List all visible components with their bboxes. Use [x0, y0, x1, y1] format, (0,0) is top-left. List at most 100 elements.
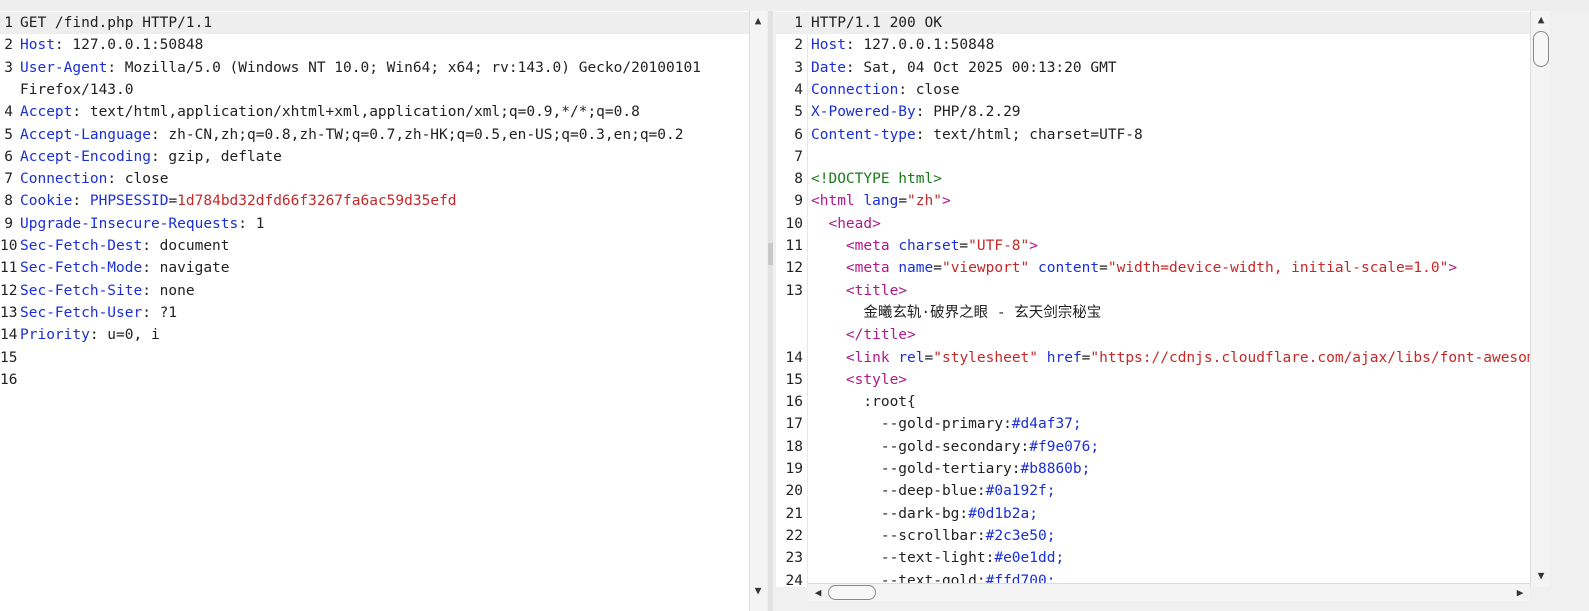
scroll-down-arrow-icon[interactable]: ▼	[1533, 568, 1549, 584]
code-token: =	[1099, 260, 1108, 277]
response-line[interactable]: 20 --deep-blue:#0a192f;	[776, 480, 1538, 502]
line-code: 金曦玄轨·破界之眼 - 玄天剑宗秘宝	[811, 302, 1101, 324]
line-code: User-Agent: Mozilla/5.0 (Windows NT 10.0…	[20, 57, 701, 79]
code-token: : document	[142, 238, 230, 254]
scroll-down-arrow-icon[interactable]: ▼	[750, 583, 766, 599]
line-number: 15	[785, 371, 803, 388]
code-token: Firefox/143.0	[20, 81, 134, 98]
request-vertical-scrollbar[interactable]: ▲ ▼	[749, 11, 767, 611]
pane-divider-grip[interactable]	[768, 243, 773, 265]
request-line[interactable]: 5 Accept-Language: zh-CN,zh;q=0.8,zh-TW;q…	[0, 124, 750, 146]
response-line[interactable]: 3 Date: Sat, 04 Oct 2025 00:13:20 GMT	[776, 57, 1538, 79]
code-token: "zh"	[907, 193, 942, 210]
response-editor[interactable]: 1 HTTP/1.1 200 OK 2 Host: 127.0.0.1:50848 3 D…	[776, 11, 1538, 587]
response-line[interactable]: 11 <meta charset="UTF-8">	[776, 235, 1538, 257]
response-line[interactable]: 金曦玄轨·破界之眼 - 玄天剑宗秘宝	[776, 302, 1538, 324]
response-line[interactable]: 12 <meta name="viewport" content="width=…	[776, 257, 1538, 279]
code-token: lang	[863, 193, 899, 210]
line-number: 12	[0, 282, 18, 299]
response-line[interactable]: 19 --gold-tertiary:#b8860b;	[776, 458, 1538, 480]
line-code: <meta name="viewport" content="width=dev…	[811, 257, 1457, 279]
line-code: Content-type: text/html; charset=UTF-8	[811, 124, 1143, 146]
response-line[interactable]: 2 Host: 127.0.0.1:50848	[776, 34, 1538, 56]
code-token: Accept-Language	[20, 126, 151, 143]
request-line[interactable]: 10 Sec-Fetch-Dest: document	[0, 235, 750, 257]
response-line[interactable]: 5 X-Powered-By: PHP/8.2.29	[776, 101, 1538, 123]
response-vertical-scrollbar[interactable]: ▲ ▼	[1530, 11, 1550, 587]
line-number: 14	[0, 327, 18, 344]
line-code: <!DOCTYPE html>	[811, 168, 942, 190]
request-line[interactable]: 2 Host: 127.0.0.1:50848	[0, 34, 750, 56]
response-line[interactable]: 17 --gold-primary:#d4af37;	[776, 413, 1538, 435]
request-line[interactable]: 8 Cookie: PHPSESSID=1d784bd32dfd66f3267fa…	[0, 190, 750, 212]
line-number: 4	[794, 81, 803, 98]
request-line[interactable]: 16	[0, 369, 750, 391]
scroll-left-arrow-icon[interactable]: ◀	[810, 585, 826, 601]
response-line[interactable]: 15 <style>	[776, 369, 1538, 391]
response-line[interactable]: 21 --dark-bg:#0d1b2a;	[776, 503, 1538, 525]
line-code: Host: 127.0.0.1:50848	[811, 34, 994, 56]
code-token: --gold-secondary	[811, 438, 1021, 455]
line-number: 3	[4, 59, 13, 76]
response-line[interactable]: 8 <!DOCTYPE html>	[776, 168, 1538, 190]
scroll-right-arrow-icon[interactable]: ▶	[1512, 585, 1528, 601]
code-token: Cookie	[20, 193, 73, 210]
response-line[interactable]: 14 <link rel="stylesheet" href="https://…	[776, 347, 1538, 369]
request-editor[interactable]: 1 GET /find.php HTTP/1.1 2 Host: 127.0.0.1:…	[0, 11, 750, 611]
response-line[interactable]: 22 --scrollbar:#2c3e50;	[776, 525, 1538, 547]
line-number: 1	[4, 15, 13, 31]
code-token: <style>	[845, 371, 908, 388]
code-token: Host	[811, 37, 846, 54]
request-line[interactable]: 12 Sec-Fetch-Site: none	[0, 280, 750, 302]
scroll-up-arrow-icon[interactable]: ▲	[750, 13, 766, 29]
response-line[interactable]: 13 <title>	[776, 280, 1538, 302]
line-number: 3	[794, 59, 803, 76]
line-number: 6	[794, 126, 803, 143]
request-line[interactable]: 3 User-Agent: Mozilla/5.0 (Windows NT 10.…	[0, 57, 750, 79]
code-token: : u=0, i	[89, 327, 160, 344]
line-code: Upgrade-Insecure-Requests: 1	[20, 213, 264, 235]
request-line[interactable]: 9 Upgrade-Insecure-Requests: 1	[0, 213, 750, 235]
code-token: : Mozilla/5.0 (Windows NT 10.0; Win64; x…	[107, 59, 701, 76]
request-line[interactable]: 14 Priority: u=0, i	[0, 324, 750, 346]
code-token: :	[959, 505, 969, 522]
line-code: Accept: text/html,application/xhtml+xml,…	[20, 101, 640, 123]
pane-divider[interactable]	[768, 11, 773, 611]
response-hscroll-thumb[interactable]	[828, 585, 876, 600]
request-line[interactable]: 15	[0, 347, 750, 369]
response-line[interactable]: 23 --text-light:#e0e1dd;	[776, 547, 1538, 569]
response-line[interactable]: 6 Content-type: text/html; charset=UTF-8	[776, 124, 1538, 146]
code-token: :	[72, 193, 90, 210]
line-code: <head>	[811, 213, 880, 235]
line-number: 23	[785, 550, 803, 567]
line-code: Sec-Fetch-User: ?1	[20, 302, 177, 324]
request-line[interactable]: 1 GET /find.php HTTP/1.1	[0, 12, 750, 35]
line-number: 6	[4, 148, 13, 165]
request-line[interactable]: 13 Sec-Fetch-User: ?1	[0, 302, 750, 324]
response-vscroll-thumb[interactable]	[1533, 31, 1549, 67]
line-number: 14	[785, 349, 803, 366]
line-code: --dark-bg:#0d1b2a;	[811, 503, 1038, 525]
response-line[interactable]: 18 --gold-secondary:#f9e076;	[776, 436, 1538, 458]
code-token: #f9e076;	[1029, 438, 1100, 455]
response-line[interactable]: 4 Connection: close	[776, 79, 1538, 101]
request-line[interactable]: 4 Accept: text/html,application/xhtml+xml…	[0, 101, 750, 123]
response-line[interactable]: </title>	[776, 324, 1538, 346]
request-line[interactable]: 11 Sec-Fetch-Mode: navigate	[0, 257, 750, 279]
response-horizontal-scrollbar[interactable]: ◀ ▶	[808, 583, 1530, 601]
request-line[interactable]: 7 Connection: close	[0, 168, 750, 190]
line-number: 17	[785, 416, 803, 433]
scroll-up-arrow-icon[interactable]: ▲	[1533, 12, 1549, 28]
response-line[interactable]: 9 <html lang="zh">	[776, 190, 1538, 212]
request-line[interactable]: 6 Accept-Encoding: gzip, deflate	[0, 146, 750, 168]
line-number: 20	[785, 483, 803, 500]
response-line[interactable]: 1 HTTP/1.1 200 OK	[776, 12, 1538, 35]
response-line[interactable]: 16 :root{	[776, 391, 1538, 413]
response-line[interactable]: 10 <head>	[776, 213, 1538, 235]
request-line[interactable]: Firefox/143.0	[0, 79, 750, 101]
response-line[interactable]: 7	[776, 146, 1538, 168]
